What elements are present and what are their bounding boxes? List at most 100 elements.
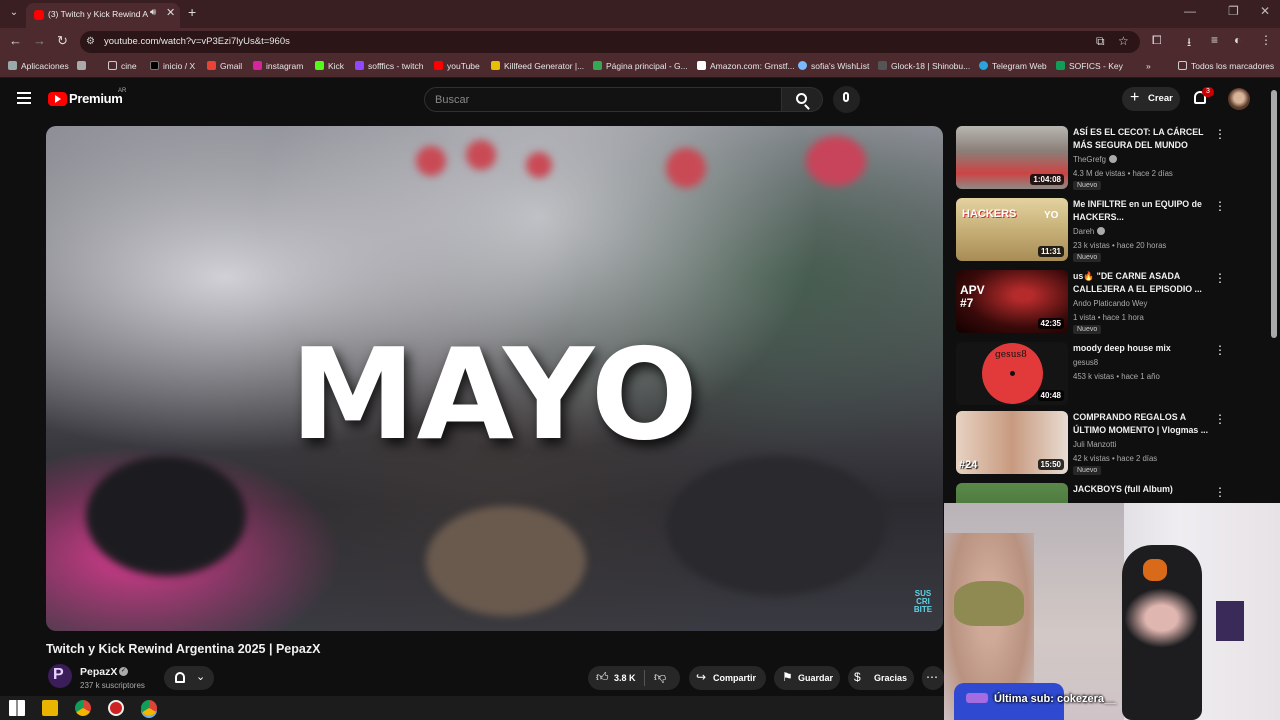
search-button[interactable] <box>782 87 823 112</box>
all-bookmarks[interactable]: Todos los marcadores <box>1178 61 1274 71</box>
more-bookmarks-icon[interactable]: » <box>1146 61 1151 71</box>
video-player[interactable]: MAYO SUS CRI BITE <box>46 126 943 631</box>
like-icon[interactable]: 👍︎ <box>596 670 609 685</box>
bookmark-glock[interactable]: Glock-18 | Shinobu... <box>878 61 970 71</box>
twitch-icon <box>355 61 364 70</box>
tab-close-icon[interactable]: ✕ <box>166 6 175 19</box>
recommendation-item[interactable]: HACKERS YO 11:31 Me INFILTRE en un EQUIP… <box>956 198 1226 264</box>
chrome-menu-icon[interactable]: ⋮ <box>1260 33 1272 47</box>
recommendation-item[interactable]: APV #7 42:35 us🔥 "DE CARNE ASADA CALLEJE… <box>956 270 1226 336</box>
recommendation-title[interactable]: Me INFILTRE en un EQUIPO de HACKERS... <box>1073 198 1213 224</box>
recommendation-title[interactable]: JACKBOYS (full Album) <box>1073 483 1213 496</box>
bookmark-amazon[interactable]: Amazon.com: Grnstf... <box>697 61 795 71</box>
windows-start-icon[interactable] <box>9 700 25 716</box>
thanks-button[interactable]: $ Gracias <box>848 666 914 690</box>
bookmark-gmail[interactable]: Gmail <box>207 61 242 71</box>
bookmark-star-icon[interactable]: ☆ <box>1118 34 1129 48</box>
downloads-icon[interactable]: ⭳ <box>1187 33 1191 54</box>
site-info-icon[interactable]: ⚙ <box>86 36 95 47</box>
more-vertical-icon[interactable]: ⋮ <box>1214 127 1226 141</box>
video-thumbnail[interactable]: APV #7 42:35 <box>956 270 1068 333</box>
channel-name[interactable]: PepazX <box>80 666 117 678</box>
chrome-active-icon[interactable] <box>141 700 157 716</box>
bookmark-apps[interactable]: Aplicaciones <box>8 61 69 71</box>
bookmark-wishlist[interactable]: sofia's WishList <box>798 61 869 71</box>
kick-icon <box>315 61 324 70</box>
video-thumbnail[interactable]: #24 15:50 <box>956 411 1068 474</box>
more-vertical-icon[interactable]: ⋮ <box>1214 412 1226 426</box>
recommendation-channel[interactable]: Juli Manzotti <box>1073 440 1116 449</box>
recommendation-title[interactable]: COMPRANDO REGALOS A ÚLTIMO MOMENTO | Vlo… <box>1073 411 1213 437</box>
restore-icon[interactable]: ❐ <box>1228 4 1239 18</box>
recommendation-item[interactable]: gesus8 40:48 moody deep house mix gesus8… <box>956 342 1226 408</box>
minimize-icon[interactable]: — <box>1184 4 1196 18</box>
more-vertical-icon[interactable]: ⋮ <box>1214 199 1226 213</box>
chrome-icon[interactable] <box>75 700 91 716</box>
more-vertical-icon[interactable]: ⋮ <box>1214 271 1226 285</box>
bookmark-killfeed[interactable]: Killfeed Generator |... <box>491 61 584 71</box>
bookmark-twitch[interactable]: sofffics - twitch <box>355 61 423 71</box>
recommendation-item[interactable]: #24 15:50 COMPRANDO REGALOS A ÚLTIMO MOM… <box>956 411 1226 477</box>
install-app-icon[interactable]: ⧉ <box>1096 34 1105 49</box>
hamburger-menu-icon[interactable] <box>17 92 31 104</box>
recommendation-title[interactable]: ASÍ ES EL CECOT: LA CÁRCEL MÁS SEGURA DE… <box>1073 126 1213 152</box>
bookmark-kick[interactable]: Kick <box>315 61 344 71</box>
bookmark-grid[interactable] <box>77 61 90 71</box>
search-input[interactable] <box>424 87 782 112</box>
youtube-premium-logo[interactable]: Premium <box>69 91 123 106</box>
create-button[interactable]: + Crear <box>1122 87 1180 111</box>
bookmark-cine[interactable]: cine <box>108 61 137 71</box>
wishlist-icon <box>798 61 807 70</box>
file-explorer-icon[interactable] <box>42 700 58 716</box>
dislike-icon[interactable]: 👎︎ <box>654 670 666 685</box>
bookmark-youtube[interactable]: youTube <box>434 61 480 71</box>
share-button[interactable]: ↪ Compartir <box>689 666 766 690</box>
recommendation-channel[interactable]: Dareh <box>1073 227 1106 236</box>
profile-icon[interactable]: ◐ <box>1234 33 1241 47</box>
bookmark-sofics-key[interactable]: SOFICS - Key <box>1056 61 1123 71</box>
save-button[interactable]: ⚑ Guardar <box>774 666 840 690</box>
video-thumbnail[interactable]: HACKERS YO 11:31 <box>956 198 1068 261</box>
new-tab-icon[interactable]: + <box>188 4 196 20</box>
extensions-icon[interactable]: ⧠ <box>1152 33 1162 48</box>
tab-search-chevron-icon[interactable]: ⌄ <box>6 5 22 21</box>
close-window-icon[interactable]: ✕ <box>1260 4 1270 18</box>
reading-list-icon[interactable]: ≡ <box>1211 33 1218 47</box>
browser-tab[interactable]: (3) Twitch y Kick Rewind Ar 🔊︎ ✕ <box>26 3 180 28</box>
recommendation-title[interactable]: moody deep house mix <box>1073 342 1213 355</box>
bookmark-telegram[interactable]: Telegram Web <box>979 61 1047 71</box>
subscribed-notifications-button[interactable]: ⌄ <box>164 666 214 690</box>
video-thumbnail[interactable]: gesus8 40:48 <box>956 342 1068 405</box>
drive-icon <box>593 61 602 70</box>
bookmark-google-drive[interactable]: Página principal - G... <box>593 61 688 71</box>
video-thumbnail[interactable] <box>956 483 1068 503</box>
channel-avatar[interactable]: P <box>48 664 72 688</box>
voice-search-button[interactable] <box>833 86 860 113</box>
bookmark-label: instagram <box>266 61 304 71</box>
page-scrollbar[interactable] <box>1271 90 1277 338</box>
address-bar[interactable]: ⚙ youtube.com/watch?v=vP3Ezi7lyUs&t=960s… <box>80 31 1140 53</box>
youtube-logo-icon[interactable] <box>48 92 67 106</box>
recommendation-channel[interactable]: TheGrefg <box>1073 155 1117 164</box>
super-thanks-icon: $ <box>854 670 861 684</box>
more-vertical-icon[interactable]: ⋮ <box>1214 343 1226 357</box>
app-icon[interactable] <box>108 700 124 716</box>
reload-icon[interactable]: ↻ <box>57 33 68 49</box>
recommendation-channel[interactable]: Ando Platicando Wey <box>1073 299 1147 308</box>
bookmark-x[interactable]: inicio / X <box>150 61 195 71</box>
like-count[interactable]: 3.8 K <box>614 673 636 683</box>
recommendation-title[interactable]: us🔥 "DE CARNE ASADA CALLEJERA A EL EPISO… <box>1073 270 1213 296</box>
forward-icon[interactable]: → <box>33 33 46 48</box>
bookmark-instagram[interactable]: instagram <box>253 61 303 71</box>
account-avatar[interactable] <box>1228 88 1250 110</box>
recommendation-channel[interactable]: gesus8 <box>1073 358 1098 367</box>
video-thumbnail[interactable]: 1:04:08 <box>956 126 1068 189</box>
more-actions-button[interactable]: ⋯ <box>922 666 944 690</box>
speaker-icon[interactable]: 🔊︎ <box>150 7 156 18</box>
more-vertical-icon[interactable]: ⋮ <box>1214 485 1226 499</box>
browser-toolbar: ← → ↻ ⚙ youtube.com/watch?v=vP3Ezi7lyUs&… <box>0 28 1280 56</box>
back-icon[interactable]: ← <box>9 33 22 48</box>
url-text[interactable]: youtube.com/watch?v=vP3Ezi7lyUs&t=960s <box>104 36 290 47</box>
recommendation-item[interactable]: 1:04:08 ASÍ ES EL CECOT: LA CÁRCEL MÁS S… <box>956 126 1226 192</box>
recommendation-item[interactable]: JACKBOYS (full Album) ⋮ <box>956 483 1226 503</box>
